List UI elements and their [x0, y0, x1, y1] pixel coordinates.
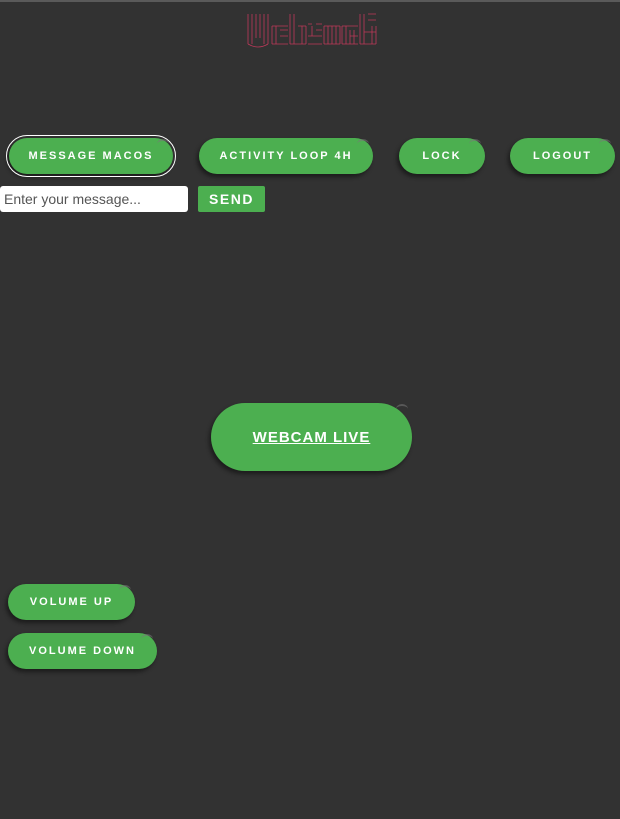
message-macos-button[interactable]: MESSAGE MACOS	[6, 135, 176, 177]
lock-button[interactable]: LOCK	[399, 138, 485, 174]
send-button[interactable]: SEND	[198, 186, 265, 212]
webcam-live-button[interactable]: WEBCAM LIVE	[211, 403, 412, 471]
volume-down-button[interactable]: VOLUME DOWN	[8, 633, 157, 669]
top-border-line	[0, 0, 620, 2]
message-input[interactable]	[0, 186, 188, 212]
webcam-live-label: WEBCAM LIVE	[252, 428, 371, 446]
ascii-art-logo-icon	[247, 13, 377, 48]
activity-loop-button[interactable]: ACTIVITY LOOP 4H	[199, 138, 373, 174]
volume-up-button[interactable]: VOLUME UP	[8, 584, 135, 620]
logout-button[interactable]: LOGOUT	[510, 138, 615, 174]
